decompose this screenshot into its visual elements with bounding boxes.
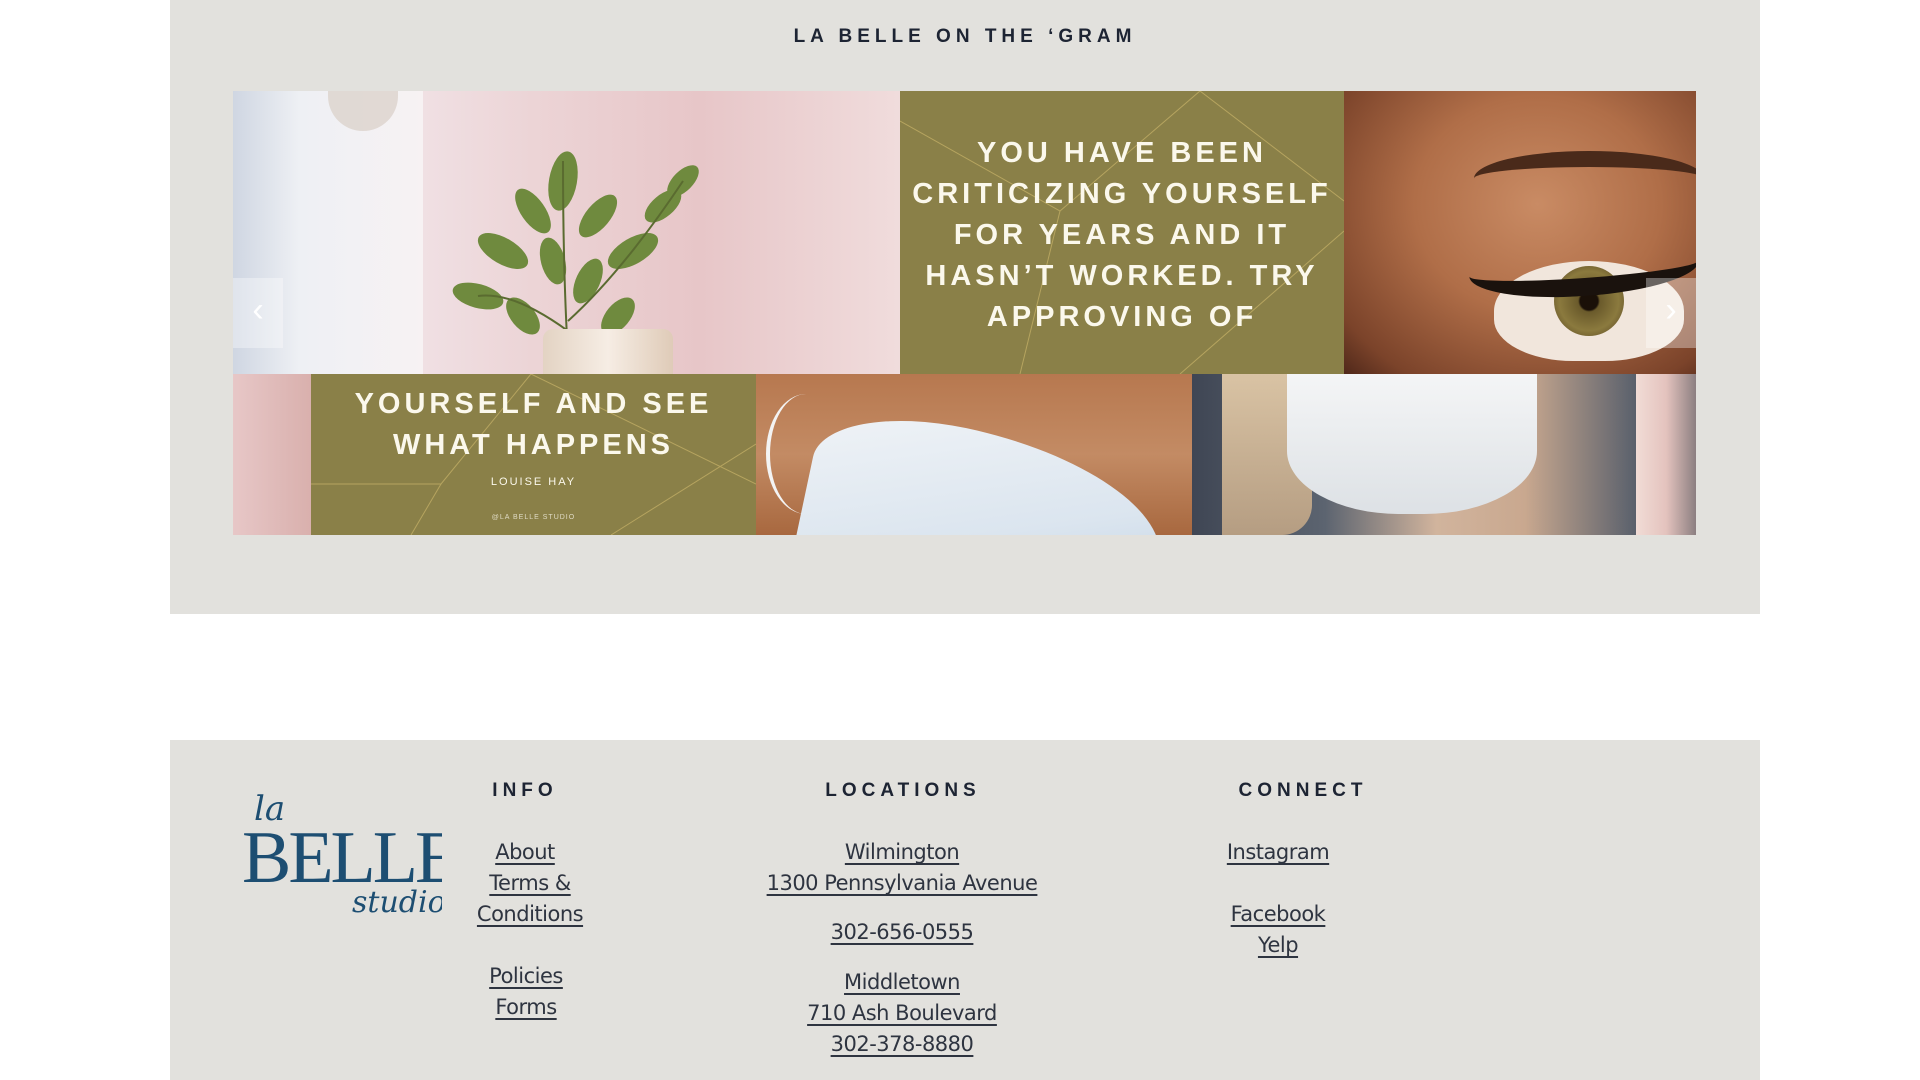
instagram-carousel[interactable]: YOU HAVE BEEN CRITICIZING YOURSELF FOR Y… bbox=[233, 91, 1696, 535]
middletown-address-link[interactable]: 710 Ash Boulevard bbox=[807, 1001, 997, 1025]
about-link[interactable]: About bbox=[495, 840, 555, 864]
yelp-link[interactable]: Yelp bbox=[1258, 933, 1299, 957]
quote-handle: @LA BELLE STUDIO bbox=[491, 514, 576, 521]
terms-link-line2[interactable]: Conditions bbox=[477, 902, 584, 926]
info-heading: INFO bbox=[492, 780, 558, 801]
instagram-post-edge-left[interactable] bbox=[233, 374, 311, 535]
connect-heading: CONNECT bbox=[1238, 780, 1368, 801]
middletown-phone-link[interactable]: 302-378-8880 bbox=[831, 1032, 974, 1056]
glass-jar-decoration bbox=[543, 329, 673, 374]
terms-link-line1[interactable]: Terms & bbox=[489, 871, 571, 895]
carousel-prev-button[interactable]: ‹ bbox=[233, 278, 283, 348]
instagram-section-title: LA BELLE ON THE ‘GRAM bbox=[793, 26, 1137, 47]
eyebrow-shape bbox=[1474, 151, 1696, 206]
face-mask-shape bbox=[1287, 374, 1537, 514]
wilmington-address-link[interactable]: 1300 Pennsylvania Avenue bbox=[767, 871, 1038, 895]
instagram-post-plant-photo[interactable] bbox=[233, 91, 900, 374]
la-belle-studio-logo[interactable]: la BELLE studio bbox=[242, 782, 442, 917]
instagram-post-mask-closeup[interactable] bbox=[756, 374, 1192, 535]
face-mask-shape bbox=[794, 398, 1178, 535]
policies-link[interactable]: Policies bbox=[489, 964, 563, 988]
instagram-post-eyelash-photo[interactable] bbox=[1344, 91, 1696, 374]
chevron-right-icon: › bbox=[1665, 291, 1677, 329]
chevron-left-icon: ‹ bbox=[252, 291, 264, 329]
facebook-link[interactable]: Facebook bbox=[1231, 902, 1326, 926]
instagram-feed-section: LA BELLE ON THE ‘GRAM YOU HAVE BEEN CRIT… bbox=[170, 0, 1760, 614]
forms-link[interactable]: Forms bbox=[495, 995, 557, 1019]
carousel-next-button[interactable]: › bbox=[1646, 278, 1696, 348]
wilmington-link[interactable]: Wilmington bbox=[845, 840, 960, 864]
quote-text-top: YOU HAVE BEEN CRITICIZING YOURSELF FOR Y… bbox=[912, 137, 1332, 333]
instagram-post-mask-portrait[interactable] bbox=[1192, 374, 1636, 535]
instagram-post-quote-bottom[interactable]: YOURSELF AND SEE WHAT HAPPENS LOUISE HAY… bbox=[311, 374, 756, 535]
plant-illustration bbox=[452, 151, 699, 357]
logo-text-studio: studio bbox=[352, 885, 442, 917]
instagram-post-edge-right[interactable] bbox=[1636, 374, 1696, 535]
instagram-link[interactable]: Instagram bbox=[1227, 840, 1330, 864]
site-footer: la BELLE studio INFO About Terms & Condi… bbox=[170, 740, 1760, 1080]
wilmington-phone-link[interactable]: 302-656-0555 bbox=[831, 920, 974, 944]
quote-author: LOUISE HAY bbox=[490, 476, 577, 488]
quote-text-bottom: YOURSELF AND SEE WHAT HAPPENS bbox=[354, 388, 713, 461]
middletown-link[interactable]: Middletown bbox=[844, 970, 960, 994]
instagram-post-quote-top[interactable]: YOU HAVE BEEN CRITICIZING YOURSELF FOR Y… bbox=[900, 91, 1344, 374]
locations-heading: LOCATIONS bbox=[825, 780, 981, 801]
